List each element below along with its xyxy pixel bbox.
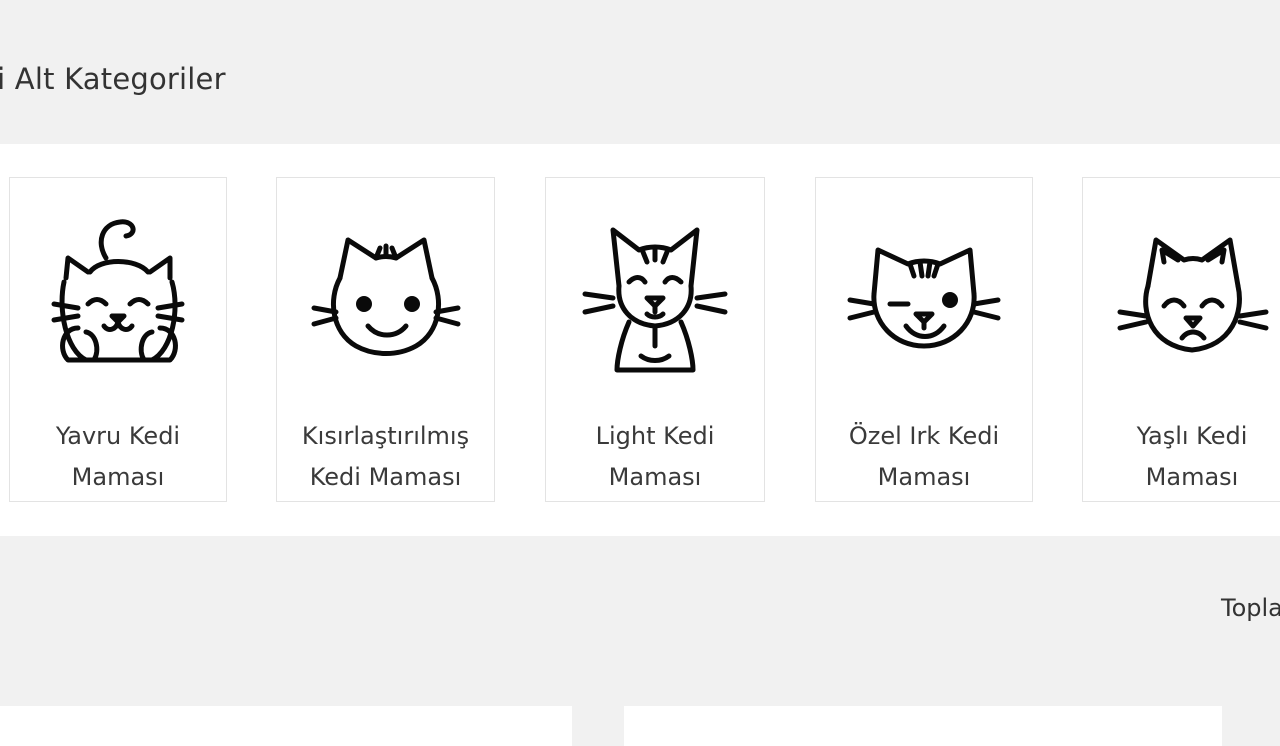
category-card-yasli[interactable]: Yaşlı Kedi Maması: [1082, 177, 1280, 502]
category-card-yavru[interactable]: Yavru Kedi Maması: [9, 177, 227, 502]
senior-cat-icon: [1112, 200, 1272, 380]
smiling-cat-icon: [306, 200, 466, 380]
section-title: gili Alt Kategoriler: [0, 62, 226, 96]
category-label: Kısırlaştırılmış Kedi Maması: [301, 422, 470, 491]
category-card-kisirlastirilmis[interactable]: Kısırlaştırılmış Kedi Maması: [276, 177, 495, 502]
category-label: Light Kedi Maması: [595, 422, 715, 491]
category-card-light[interactable]: Light Kedi Maması: [545, 177, 765, 502]
category-card-ozel-irk[interactable]: Özel Irk Kedi Maması: [815, 177, 1033, 502]
kitten-icon: [38, 200, 198, 380]
category-label: Özel Irk Kedi Maması: [848, 422, 1000, 491]
winking-tabby-cat-icon: [844, 200, 1004, 380]
product-card[interactable]: [0, 706, 572, 746]
category-label: Yaşlı Kedi Maması: [1136, 422, 1248, 491]
total-count-text: Topla: [1221, 594, 1280, 622]
sitting-cat-icon: [575, 200, 735, 380]
category-label: Yavru Kedi Maması: [55, 422, 181, 491]
product-card[interactable]: [624, 706, 1222, 746]
